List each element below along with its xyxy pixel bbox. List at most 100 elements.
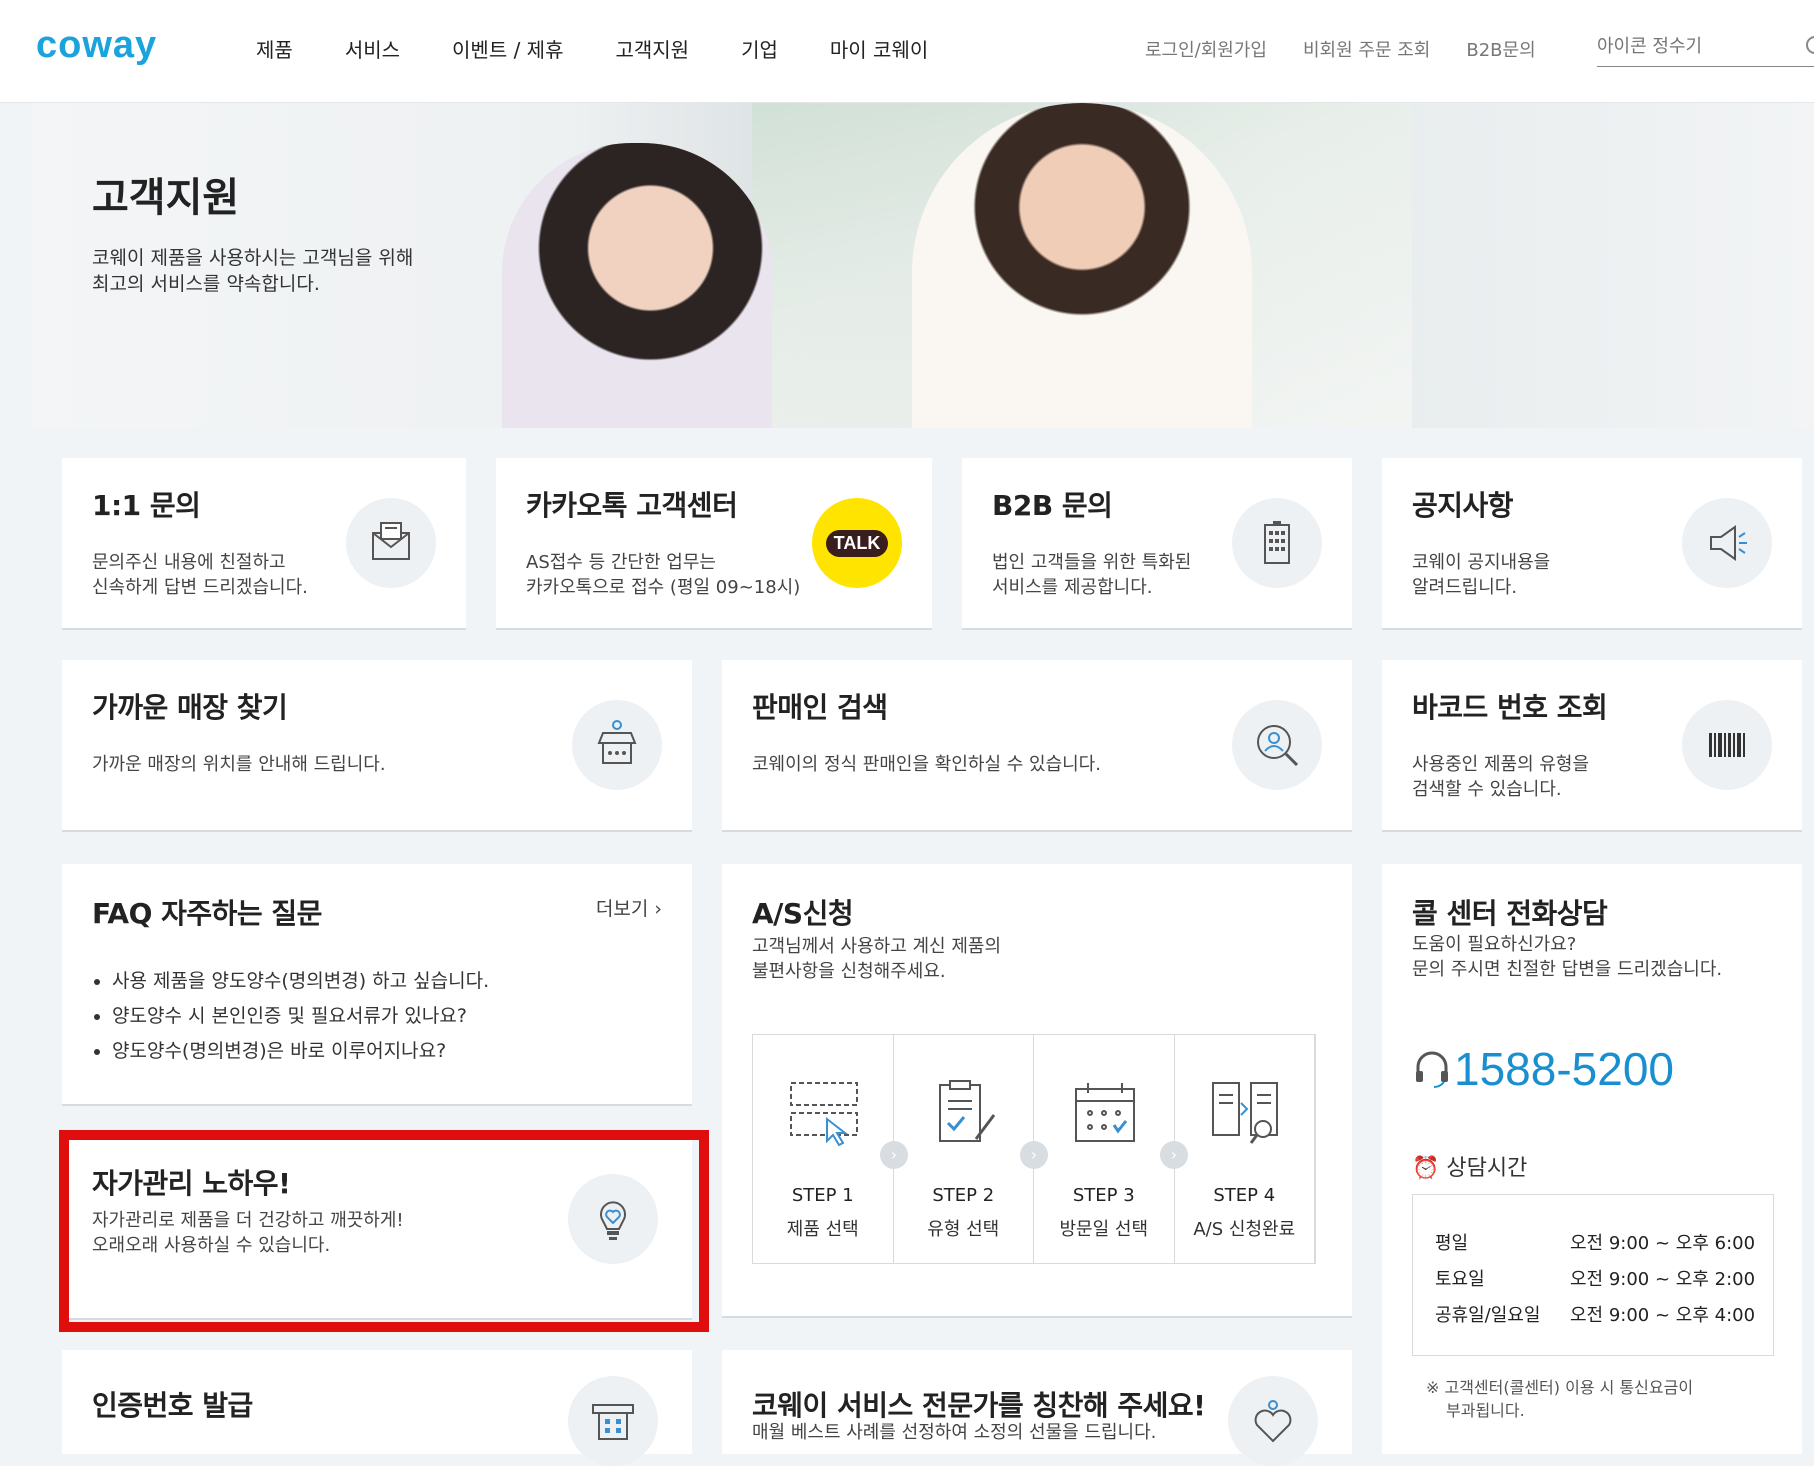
alarm-clock-icon: ⏰ bbox=[1412, 1156, 1440, 1181]
card-desc-line: 자가관리로 제품을 더 건강하고 깨끗하게! bbox=[92, 1210, 404, 1231]
step-arrow-icon: › bbox=[1020, 1141, 1048, 1169]
hero-description: 코웨이 제품을 사용하시는 고객님을 위해 최고의 서비스를 약속합니다. bbox=[92, 245, 413, 297]
card-desc: 코웨이 공지내용을 알려드립니다. bbox=[1412, 550, 1550, 600]
as-step-2[interactable]: STEP 2 유형 선택 bbox=[894, 1035, 1034, 1263]
hours-time: 오전 9:00 ~ 오후 6:00 bbox=[1570, 1233, 1756, 1254]
atm-icon bbox=[568, 1376, 658, 1466]
card-title: FAQ 자주하는 질문 bbox=[92, 897, 322, 930]
heart-person-icon bbox=[1228, 1376, 1318, 1466]
hours-day: 공휴일/일요일 bbox=[1435, 1305, 1541, 1326]
card-desc: 가까운 매장의 위치를 안내해 드립니다. bbox=[92, 754, 386, 775]
card-desc-line: 문의주신 내용에 친절하고 bbox=[92, 552, 286, 573]
card-title: 코웨이 서비스 전문가를 칭찬해 주세요! bbox=[752, 1389, 1206, 1422]
card-desc: 매월 베스트 사례를 선정하여 소정의 선물을 드립니다. bbox=[752, 1422, 1157, 1443]
hours-row: 평일 오전 9:00 ~ 오후 6:00 bbox=[1435, 1229, 1755, 1255]
card-desc-line: 서비스를 제공합니다. bbox=[992, 577, 1153, 598]
login-link[interactable]: 로그인/회원가입 bbox=[1145, 36, 1267, 62]
hours-day: 토요일 bbox=[1435, 1269, 1485, 1290]
card-praise[interactable]: 코웨이 서비스 전문가를 칭찬해 주세요! 매월 베스트 사례를 선정하여 소정… bbox=[722, 1350, 1352, 1466]
card-barcode[interactable]: 바코드 번호 조회 사용중인 제품의 유형을 검색할 수 있습니다. bbox=[1382, 660, 1802, 832]
nav-item-service[interactable]: 서비스 bbox=[345, 34, 400, 63]
card-desc-line: 카카오톡으로 접수 (평일 09~18시) bbox=[526, 577, 801, 598]
hero-image-woman bbox=[912, 103, 1252, 428]
card-seller-search[interactable]: 판매인 검색 코웨이의 정식 판매인을 확인하실 수 있습니다. bbox=[722, 660, 1352, 832]
card-desc: 코웨이의 정식 판매인을 확인하실 수 있습니다. bbox=[752, 754, 1101, 775]
card-desc-line: 사용중인 제품의 유형을 bbox=[1412, 754, 1590, 775]
store-icon bbox=[572, 700, 662, 790]
card-desc-line: 문의 주시면 친절한 답변을 드리겠습니다. bbox=[1412, 959, 1723, 980]
step-label: 방문일 선택 bbox=[1059, 1219, 1149, 1240]
card-title: 카카오톡 고객센터 bbox=[526, 489, 738, 522]
card-desc-line: 오래오래 사용하실 수 있습니다. bbox=[92, 1235, 331, 1256]
card-desc-line: 검색할 수 있습니다. bbox=[1412, 779, 1562, 800]
card-desc-line: 불편사항을 신청해주세요. bbox=[752, 961, 946, 982]
headset-icon bbox=[1416, 1051, 1448, 1088]
search-box bbox=[1597, 30, 1814, 67]
nav-item-events[interactable]: 이벤트 / 제휴 bbox=[452, 34, 563, 63]
card-kakao[interactable]: 카카오톡 고객센터 AS접수 등 간단한 업무는 카카오톡으로 접수 (평일 0… bbox=[496, 458, 932, 630]
card-desc: 자가관리로 제품을 더 건강하고 깨끗하게! 오래오래 사용하실 수 있습니다. bbox=[92, 1208, 404, 1258]
card-desc: 문의주신 내용에 친절하고 신속하게 답변 드리겠습니다. bbox=[92, 550, 308, 600]
b2b-link[interactable]: B2B문의 bbox=[1466, 36, 1535, 62]
search-icon[interactable] bbox=[1806, 36, 1814, 54]
step-arrow-icon: › bbox=[1160, 1141, 1188, 1169]
barcode-icon bbox=[1682, 700, 1772, 790]
nav-item-products[interactable]: 제품 bbox=[256, 34, 293, 63]
card-faq: FAQ 자주하는 질문 더보기 › 사용 제품을 양도양수(명의변경) 하고 싶… bbox=[62, 864, 692, 1106]
card-call-center: 콜 센터 전화상담 도움이 필요하신가요? 문의 주시면 친절한 답변을 드리겠… bbox=[1382, 864, 1802, 1454]
card-auth-number[interactable]: 인증번호 발급 bbox=[62, 1350, 692, 1466]
as-step-1[interactable]: STEP 1 제품 선택 bbox=[753, 1035, 894, 1263]
step-label: A/S 신청완료 bbox=[1193, 1219, 1296, 1240]
card-desc: 법인 고객들을 위한 특화된 서비스를 제공합니다. bbox=[992, 550, 1191, 600]
faq-item[interactable]: 양도양수 시 본인인증 및 필요서류가 있나요? bbox=[112, 999, 489, 1034]
nav-item-company[interactable]: 기업 bbox=[741, 34, 778, 63]
call-fee-note: ※ 고객센터(콜센터) 이용 시 통신요금이 부과됩니다. bbox=[1426, 1376, 1693, 1422]
top-header: coway 제품 서비스 이벤트 / 제휴 고객지원 기업 마이 코웨이 로그인… bbox=[0, 0, 1814, 103]
card-title: 공지사항 bbox=[1412, 489, 1514, 522]
card-desc-line: 알려드립니다. bbox=[1412, 577, 1518, 598]
hours-row: 공휴일/일요일 오전 9:00 ~ 오후 4:00 bbox=[1435, 1301, 1755, 1327]
card-inquiry[interactable]: 1:1 문의 문의주신 내용에 친절하고 신속하게 답변 드리겠습니다. bbox=[62, 458, 466, 630]
as-step-4[interactable]: STEP 4 A/S 신청완료 bbox=[1175, 1035, 1315, 1263]
faq-item[interactable]: 사용 제품을 양도양수(명의변경) 하고 싶습니다. bbox=[112, 964, 489, 999]
coway-logo[interactable]: coway bbox=[36, 24, 157, 67]
as-steps: STEP 1 제품 선택 STEP 2 유형 선택 STEP 3 방문일 선택 … bbox=[752, 1034, 1316, 1264]
card-self-care[interactable]: 자가관리 노하우! 자가관리로 제품을 더 건강하고 깨끗하게! 오래오래 사용… bbox=[62, 1134, 692, 1320]
card-as-request[interactable]: A/S신청 고객님께서 사용하고 계신 제품의 불편사항을 신청해주세요. ST… bbox=[722, 864, 1352, 1318]
hours-time: 오전 9:00 ~ 오후 2:00 bbox=[1570, 1269, 1756, 1290]
card-desc: AS접수 등 간단한 업무는 카카오톡으로 접수 (평일 09~18시) bbox=[526, 550, 800, 600]
calendar-icon bbox=[1075, 1083, 1135, 1142]
search-input[interactable] bbox=[1597, 30, 1797, 62]
select-product-icon bbox=[790, 1082, 858, 1147]
card-notice[interactable]: 공지사항 코웨이 공지내용을 알려드립니다. bbox=[1382, 458, 1802, 630]
phone-number[interactable]: 1588-5200 bbox=[1412, 1042, 1674, 1096]
step-number: STEP 1 bbox=[791, 1185, 854, 1206]
util-nav: 로그인/회원가입 비회원 주문 조회 B2B문의 bbox=[1145, 36, 1572, 62]
kakao-badge: TALK bbox=[825, 529, 889, 557]
card-title: 판매인 검색 bbox=[752, 691, 888, 724]
card-desc: 도움이 필요하신가요? 문의 주시면 친절한 답변을 드리겠습니다. bbox=[1412, 932, 1722, 982]
card-desc-line: 법인 고객들을 위한 특화된 bbox=[992, 552, 1192, 573]
card-desc-line: 고객님께서 사용하고 계신 제품의 bbox=[752, 936, 1002, 957]
card-title: 인증번호 발급 bbox=[92, 1389, 253, 1422]
card-title: 바코드 번호 조회 bbox=[1412, 691, 1608, 724]
building-icon bbox=[1232, 498, 1322, 588]
guest-order-link[interactable]: 비회원 주문 조회 bbox=[1303, 36, 1430, 62]
faq-more-link[interactable]: 더보기 › bbox=[596, 894, 662, 921]
step-number: STEP 2 bbox=[932, 1185, 995, 1206]
hero-desc-line: 최고의 서비스를 약속합니다. bbox=[92, 273, 320, 295]
hours-title: 상담시간 bbox=[1446, 1156, 1528, 1181]
person-search-icon bbox=[1232, 700, 1322, 790]
hero-banner: 고객지원 코웨이 제품을 사용하시는 고객님을 위해 최고의 서비스를 약속합니… bbox=[32, 103, 1814, 428]
card-desc-line: 코웨이 공지내용을 bbox=[1412, 552, 1551, 573]
kakao-talk-icon: TALK bbox=[812, 498, 902, 588]
card-desc: 사용중인 제품의 유형을 검색할 수 있습니다. bbox=[1412, 752, 1589, 802]
card-title: 콜 센터 전화상담 bbox=[1412, 897, 1608, 930]
nav-item-support[interactable]: 고객지원 bbox=[615, 34, 689, 63]
card-b2b[interactable]: B2B 문의 법인 고객들을 위한 특화된 서비스를 제공합니다. bbox=[962, 458, 1352, 630]
card-store[interactable]: 가까운 매장 찾기 가까운 매장의 위치를 안내해 드립니다. bbox=[62, 660, 692, 832]
as-step-3[interactable]: STEP 3 방문일 선택 bbox=[1034, 1035, 1175, 1263]
nav-item-my-coway[interactable]: 마이 코웨이 bbox=[830, 34, 928, 63]
faq-item[interactable]: 양도양수(명의변경)은 바로 이루어지나요? bbox=[112, 1034, 489, 1069]
step-number: STEP 4 bbox=[1213, 1185, 1276, 1206]
